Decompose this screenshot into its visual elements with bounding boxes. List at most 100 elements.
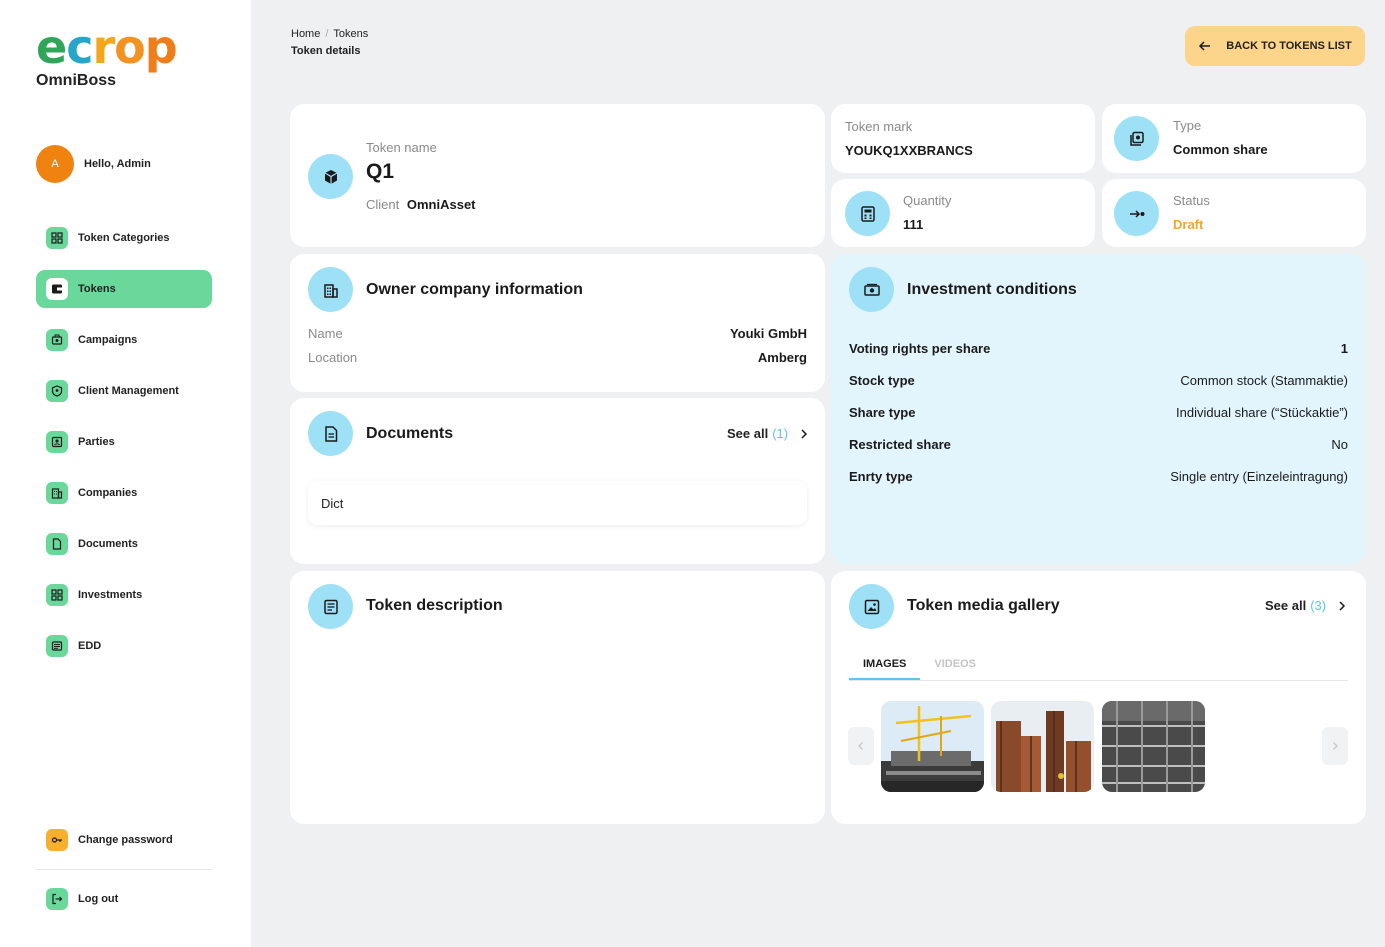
sidebar-item-label: EDD [78,640,102,652]
logout-icon [46,888,68,910]
token-client: Client OmniAsset [366,197,476,212]
sidebar-item-label: Parties [78,436,115,448]
investment-conditions-card: Investment conditions Voting rights per … [831,254,1366,564]
sidebar: ecrop OmniBoss A Hello, Admin Token Cate… [0,0,251,947]
gallery-see-all-link[interactable]: See all (3) [1265,598,1348,613]
token-mark-label: Token mark [845,119,913,134]
owner-company-card: Owner company information Name Youki Gmb… [290,254,825,392]
document-icon [46,533,68,555]
owner-location-label: Location [308,350,358,365]
investment-row-stock-type: Stock type Common stock (Stammaktie) [849,364,1348,396]
status-label: Status [1173,193,1210,208]
breadcrumb-tokens[interactable]: Tokens [333,28,368,40]
brand-subtitle: OmniBoss [36,72,117,89]
sidebar-item-tokens[interactable]: Tokens [36,270,212,308]
sidebar-item-change-password[interactable]: Change password [36,821,212,859]
quantity-value: 111 [903,217,924,232]
token-name-value: Q1 [366,160,395,183]
investment-row-value: Single entry (Einzeleintragung) [1170,468,1348,484]
sidebar-item-companies[interactable]: Companies [36,474,212,512]
tab-videos[interactable]: VIDEOS [920,651,990,680]
media-gallery-title: Token media gallery [907,597,1060,614]
grid-icon [46,584,68,606]
investment-row-voting-rights: Voting rights per share 1 [849,332,1348,364]
gallery-thumbnail[interactable] [881,701,984,792]
sidebar-item-parties[interactable]: Parties [36,423,212,461]
chevron-left-icon [858,742,863,750]
brand-logo[interactable]: ecrop [36,24,178,70]
token-type-card: Type Common share [1102,104,1366,173]
token-name-label: Token name [366,140,437,155]
image-icon [849,584,894,629]
breadcrumb: Home / Tokens [291,28,369,40]
documents-see-all-link[interactable]: See all (1) [727,426,810,441]
chevron-right-icon [801,428,808,439]
newspaper-icon [46,635,68,657]
token-type-value: Common share [1173,142,1268,157]
documents-title: Documents [366,425,454,442]
client-label: Client [366,197,400,212]
back-to-tokens-button[interactable]: BACK TO TOKENS LIST [1185,26,1365,66]
sidebar-item-documents[interactable]: Documents [36,525,212,563]
sidebar-item-token-categories[interactable]: Token Categories [36,219,212,257]
arrow-left-icon [1199,41,1211,51]
sidebar-item-client-management[interactable]: Client Management [36,372,212,410]
sidebar-item-investments[interactable]: Investments [36,576,212,614]
gallery-count: (3) [1310,598,1327,613]
investment-row-value: Individual share (“Stückaktie”) [1176,404,1348,420]
gallery-thumbnail[interactable] [1102,701,1205,792]
shield-icon [46,380,68,402]
owner-name-label: Name [308,326,343,341]
sidebar-item-label: Log out [78,893,119,905]
gallery-next-button[interactable] [1322,727,1348,765]
gallery-tabs: IMAGES VIDEOS [849,651,1348,681]
share-icon [1114,116,1159,161]
tab-images[interactable]: IMAGES [849,651,921,680]
sidebar-item-label: Change password [78,834,173,846]
see-all-label: See all [1265,598,1307,613]
media-gallery-card: Token media gallery See all (3) IMAGES V… [831,571,1366,824]
building-icon [308,267,353,312]
investment-row-entry-type: Enrty type Single entry (Einzeleintragung… [849,460,1348,492]
id-badge-icon [46,431,68,453]
user-hello-text: Hello, Admin [84,158,151,170]
sidebar-item-label: Token Categories [78,232,170,244]
user-greeting: A Hello, Admin [36,145,151,183]
sidebar-item-edd[interactable]: EDD [36,627,212,665]
avatar[interactable]: A [36,145,74,183]
sidebar-item-log-out[interactable]: Log out [36,880,212,918]
cube-icon [308,154,353,199]
quantity-card: Quantity 111 [831,179,1095,247]
breadcrumb-home[interactable]: Home [291,28,320,40]
chevron-right-icon [1339,600,1346,611]
token-description-title: Token description [366,597,503,614]
sidebar-item-label: Companies [78,487,138,499]
investment-row-value: No [1331,436,1348,452]
investment-row-share-type: Share type Individual share (“Stückaktie”… [849,396,1348,428]
gallery-prev-button[interactable] [848,727,874,765]
sidebar-item-campaigns[interactable]: Campaigns [36,321,212,359]
document-list-item[interactable]: Dict [308,481,807,525]
owner-name-value: Youki GmbH [729,326,807,341]
building-icon [46,482,68,504]
sidebar-bottom: Change password Log out [36,821,212,918]
chevron-right-icon [1333,742,1338,750]
owner-location-value: Amberg [757,350,807,365]
campaign-icon [46,329,68,351]
investment-row-value: 1 [1340,340,1348,356]
investment-row-restricted-share: Restricted share No [849,428,1348,460]
see-all-label: See all [727,426,769,441]
back-button-label: BACK TO TOKENS LIST [1226,40,1352,52]
sidebar-nav: Token Categories Tokens Campaigns Client… [36,219,212,678]
sidebar-item-label: Tokens [78,283,116,295]
money-icon [849,267,894,312]
documents-count: (1) [772,426,789,441]
status-badge: Draft [1173,217,1204,232]
sidebar-item-label: Documents [78,538,138,550]
token-name-card: Token name Q1 Client OmniAsset [290,104,825,247]
description-icon [308,584,353,629]
token-description-card: Token description [290,571,825,824]
sidebar-item-label: Client Management [78,385,179,397]
gallery-thumbnail[interactable] [991,701,1094,792]
investment-row-label: Voting rights per share [849,340,991,356]
